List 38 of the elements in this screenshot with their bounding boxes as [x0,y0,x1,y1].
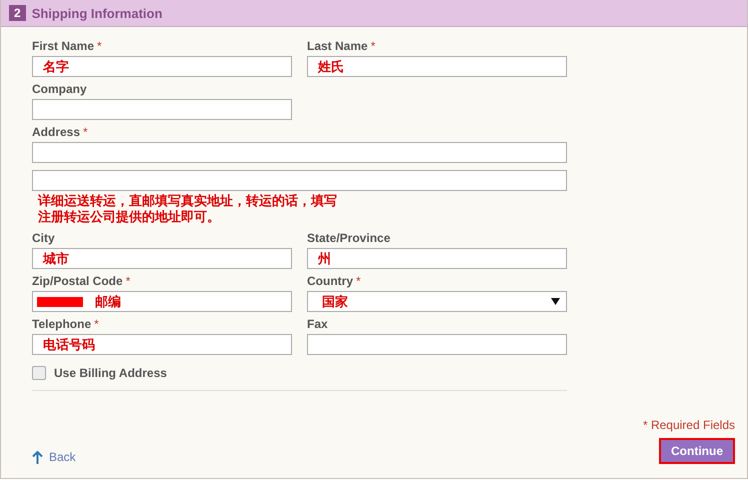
required-mark: * [356,274,361,288]
required-mark: * [370,39,376,53]
field-label: Country * [307,274,362,288]
redaction-mark [37,296,83,306]
input-field[interactable] [307,334,567,355]
caret-icon [551,298,560,305]
field-label: State/Province [307,231,392,245]
required-mark: * [97,39,102,53]
required-mark: * [83,125,88,139]
checkbox-label: Use Billing Address [54,366,167,380]
input-field[interactable]: 名字 [32,56,292,77]
field-label: First Name * [32,39,103,53]
required-mark: * [126,274,130,288]
input-field[interactable]: 州 [307,248,567,269]
input-field[interactable] [32,142,567,163]
back-link[interactable]: Back [32,450,76,464]
continue-button[interactable]: Continue [659,438,735,464]
section-title: Shipping Information [32,6,162,20]
input-field[interactable] [32,99,292,120]
required-mark: * [94,317,99,331]
field-label: Telephone * [32,317,100,331]
field-label: Address * [32,125,89,139]
field-label: Zip/Postal Code * [32,274,132,288]
required-note: * Required Fields [642,418,735,432]
input-field[interactable] [32,170,567,191]
input-field[interactable]: 姓氏 [307,56,567,77]
checkbox[interactable] [32,366,46,380]
step-number: 2 [9,5,26,21]
field-label: City [32,231,56,245]
country-select[interactable]: 国家 [307,291,567,312]
input-field[interactable]: 电话号码 [32,334,292,355]
input-field[interactable]: 邮编 [32,291,292,312]
up-arrow-icon [32,450,43,464]
annotation-text: 详细运送转运，直邮填写真实地址，转运的话，填写注册转运公司提供的地址即可。 [38,194,338,226]
input-field[interactable]: 城市 [32,248,292,269]
field-label: Company [32,82,88,96]
field-label: Fax [307,317,329,331]
field-label: Last Name * [307,39,376,53]
